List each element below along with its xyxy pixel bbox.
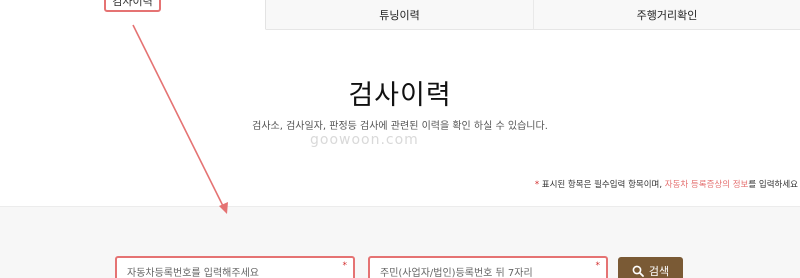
tab-mileage-check[interactable]: 주행거리확인 xyxy=(534,0,800,30)
id-number-input[interactable]: 주민(사업자/법인)등록번호 뒤 7자리 * xyxy=(368,256,608,278)
car-number-input[interactable]: 자동차등록번호를 입력해주세요 * xyxy=(115,256,355,278)
tab-tuning-history[interactable]: 튜닝이력 xyxy=(266,0,534,30)
car-number-placeholder: 자동차등록번호를 입력해주세요 xyxy=(127,267,259,278)
search-label: 검색 xyxy=(648,265,670,278)
tab-label: 주행거리확인 xyxy=(636,8,698,22)
tab-bar: 검사이력 튜닝이력 주행거리확인 xyxy=(0,0,800,30)
required-star: * xyxy=(534,180,540,190)
required-mark: * xyxy=(595,261,601,271)
tab-label: 튜닝이력 xyxy=(379,8,420,22)
id-number-placeholder: 주민(사업자/법인)등록번호 뒤 7자리 xyxy=(380,267,533,278)
notice-highlight: 자동차 등록증상의 정보 xyxy=(664,180,749,190)
tab-label: 검사이력 xyxy=(104,0,161,12)
watermark: goowoon.com xyxy=(310,132,419,148)
tab-inspection-history[interactable]: 검사이력 xyxy=(0,0,266,30)
page-description: 검사소, 검사일자, 판정등 검사에 관련된 이력을 확인 하실 수 있습니다. xyxy=(252,121,548,132)
notice-text-2: 를 입력하세요 xyxy=(748,180,798,190)
search-button[interactable]: 검색 xyxy=(618,257,683,278)
notice-text-1: 표시된 항목은 필수입력 항목이며, xyxy=(541,180,663,190)
page-title: 검사이력 xyxy=(348,80,452,111)
search-icon xyxy=(632,265,644,277)
required-notice: * 표시된 항목은 필수입력 항목이며, 자동차 등록증상의 정보를 입력하세요 xyxy=(535,178,798,190)
required-mark: * xyxy=(342,261,348,271)
